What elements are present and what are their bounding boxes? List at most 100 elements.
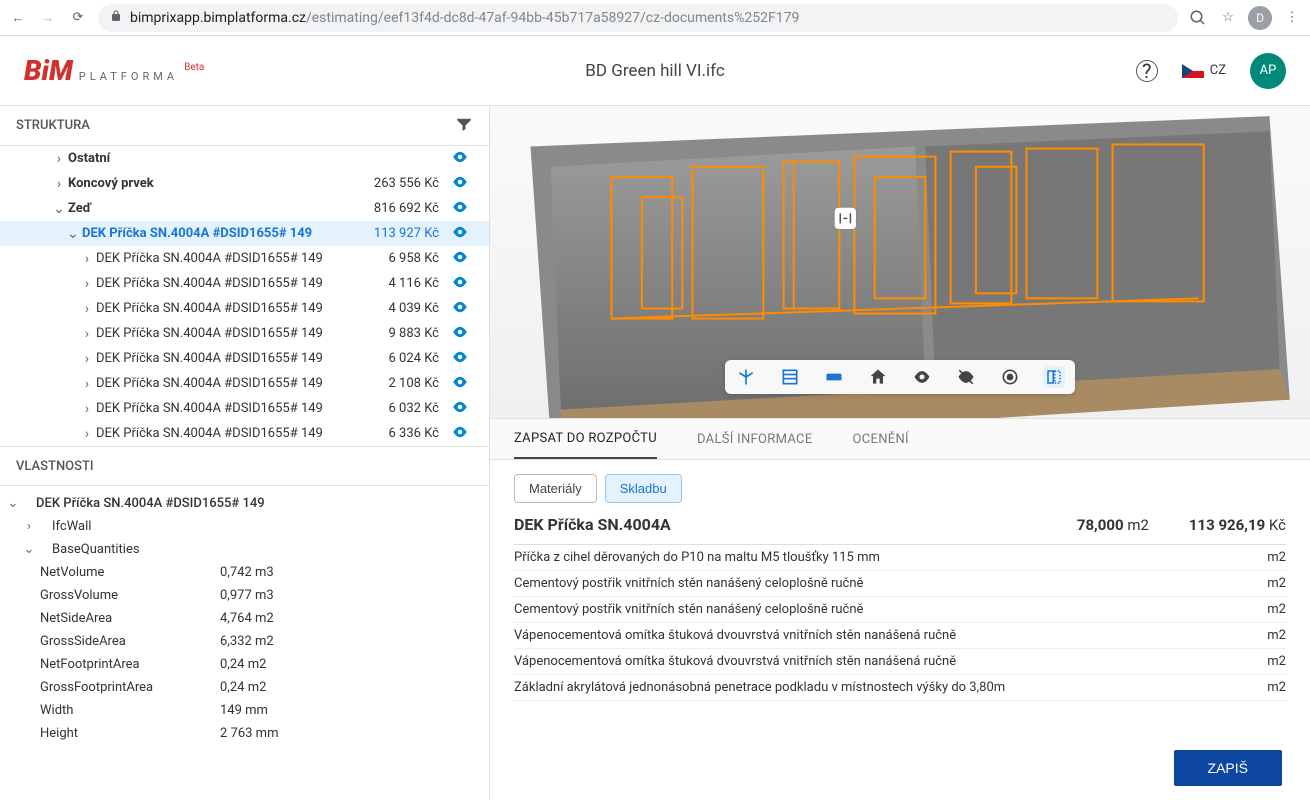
forward-icon[interactable]: → — [38, 8, 58, 28]
tree-row[interactable]: ›DEK Příčka SN.4004A #DSID1655# 1496 032… — [0, 396, 489, 421]
prop-group-ifc[interactable]: › IfcWall — [0, 515, 489, 538]
viewer-toolbar — [725, 360, 1075, 394]
visibility-icon[interactable] — [449, 248, 471, 270]
eye-off-icon[interactable] — [955, 366, 977, 388]
back-icon[interactable]: ← — [8, 8, 28, 28]
item-desc: Cementový postřik vnitřních stěn nanášen… — [514, 602, 1246, 617]
detail-title: DEK Příčka SN.4004A — [514, 515, 1077, 534]
axis-icon[interactable] — [735, 366, 757, 388]
tree-price: 263 556 Kč — [349, 176, 439, 191]
item-row[interactable]: Cementový postřik vnitřních stěn nanášen… — [514, 597, 1286, 623]
zoom-icon[interactable] — [1188, 8, 1208, 28]
save-button[interactable]: ZAPIŠ — [1174, 750, 1282, 786]
chevron-icon: › — [78, 251, 96, 267]
tree-row[interactable]: ›DEK Příčka SN.4004A #DSID1655# 1494 039… — [0, 296, 489, 321]
prop-label: Width — [40, 703, 220, 718]
tree-label: Zeď — [68, 201, 349, 216]
prop-value: 0,24 m2 — [220, 680, 266, 695]
tree-row[interactable]: ⌄DEK Příčka SN.4004A #DSID1655# 149113 9… — [0, 221, 489, 246]
section-icon[interactable] — [1043, 366, 1065, 388]
flag-icon — [1182, 64, 1204, 78]
url-bar[interactable]: bimprixapp.bimplatforma.cz/estimating/ee… — [98, 4, 1178, 32]
tree-label: Ostatní — [68, 151, 349, 166]
browser-avatar[interactable]: D — [1248, 6, 1272, 30]
visibility-icon[interactable] — [449, 148, 471, 170]
item-row[interactable]: Vápenocementová omítka štuková dvouvrstv… — [514, 649, 1286, 675]
tree-row[interactable]: ›DEK Příčka SN.4004A #DSID1655# 1494 116… — [0, 271, 489, 296]
item-row[interactable]: Základní akrylátová jednonásobná penetra… — [514, 675, 1286, 701]
list-icon[interactable] — [779, 366, 801, 388]
prop-group-baseq[interactable]: ⌄ BaseQuantities — [0, 538, 489, 561]
tree-label: DEK Příčka SN.4004A #DSID1655# 149 — [96, 376, 349, 391]
visibility-icon[interactable] — [449, 323, 471, 345]
user-avatar[interactable]: AP — [1250, 53, 1286, 89]
measure-icon[interactable] — [823, 366, 845, 388]
item-unit: m2 — [1246, 654, 1286, 669]
item-row[interactable]: Příčka z cihel děrovaných do P10 na malt… — [514, 545, 1286, 571]
tree-label: DEK Příčka SN.4004A #DSID1655# 149 — [96, 276, 349, 291]
prop-value: 2 763 mm — [220, 726, 278, 741]
materials-button[interactable]: Materiály — [514, 474, 597, 503]
tree-price: 6 336 Kč — [349, 426, 439, 441]
visibility-icon[interactable] — [449, 373, 471, 395]
tab-budget[interactable]: ZAPSAT DO ROZPOČTU — [514, 419, 657, 459]
menu-icon[interactable]: ⋮ — [1282, 8, 1302, 28]
property-row: GrossSideArea6,332 m2 — [0, 630, 489, 653]
visibility-icon[interactable] — [449, 398, 471, 420]
tree-label: DEK Příčka SN.4004A #DSID1655# 149 — [96, 426, 349, 441]
visibility-icon[interactable] — [449, 198, 471, 220]
logo-text: PLATFORMA — [79, 70, 178, 83]
tree-row[interactable]: ›DEK Příčka SN.4004A #DSID1655# 1496 958… — [0, 246, 489, 271]
tree-label: DEK Příčka SN.4004A #DSID1655# 149 — [96, 251, 349, 266]
chevron-right-icon: › — [16, 519, 42, 534]
prop-group-main[interactable]: ⌄ DEK Příčka SN.4004A #DSID1655# 149 — [0, 492, 489, 515]
visibility-icon[interactable] — [449, 223, 471, 245]
visibility-icon[interactable] — [449, 273, 471, 295]
item-row[interactable]: Cementový postřik vnitřních stěn nanášen… — [514, 571, 1286, 597]
prop-label: GrossVolume — [40, 588, 220, 603]
visibility-icon[interactable] — [449, 348, 471, 370]
tree-price: 6 024 Kč — [349, 351, 439, 366]
tree-label: DEK Příčka SN.4004A #DSID1655# 149 — [82, 226, 349, 241]
prop-label: NetFootprintArea — [40, 657, 220, 672]
app-header: BiM PLATFORMA Beta BD Green hill VI.ifc … — [0, 36, 1310, 106]
visibility-icon[interactable] — [449, 423, 471, 445]
item-desc: Vápenocementová omítka štuková dvouvrstv… — [514, 654, 1246, 669]
item-unit: m2 — [1246, 576, 1286, 591]
url-text: bimprixapp.bimplatforma.cz/estimating/ee… — [130, 10, 799, 26]
item-row[interactable]: Vápenocementová omítka štuková dvouvrstv… — [514, 623, 1286, 649]
structure-tree[interactable]: ›Ostatní›Koncový prvek263 556 Kč⌄Zeď816 … — [0, 146, 489, 446]
tree-row[interactable]: ›DEK Příčka SN.4004A #DSID1655# 1499 883… — [0, 321, 489, 346]
chevron-icon: › — [78, 326, 96, 342]
logo[interactable]: BiM PLATFORMA Beta — [24, 54, 204, 87]
tree-row[interactable]: ⌄Zeď816 692 Kč — [0, 196, 489, 221]
help-icon[interactable]: ? — [1136, 60, 1158, 82]
home-icon[interactable] — [867, 366, 889, 388]
tree-row[interactable]: ›DEK Příčka SN.4004A #DSID1655# 1492 108… — [0, 371, 489, 396]
tab-info[interactable]: DALŠÍ INFORMACE — [697, 419, 813, 459]
tree-row[interactable]: ›DEK Příčka SN.4004A #DSID1655# 1496 024… — [0, 346, 489, 371]
3d-viewer[interactable] — [490, 106, 1310, 418]
chevron-icon: › — [50, 176, 68, 192]
composition-button[interactable]: Skladbu — [605, 474, 682, 503]
tab-pricing[interactable]: OCENĚNÍ — [853, 419, 909, 459]
tree-row[interactable]: ›DEK Příčka SN.4004A #DSID1655# 1496 336… — [0, 421, 489, 446]
chevron-icon: ⌄ — [64, 226, 82, 242]
target-icon[interactable] — [999, 366, 1021, 388]
prop-value: 0,977 m3 — [220, 588, 274, 603]
prop-label: Height — [40, 726, 220, 741]
tree-price: 113 927 Kč — [349, 226, 439, 241]
tree-row[interactable]: ›Ostatní — [0, 146, 489, 171]
visibility-icon[interactable] — [449, 298, 471, 320]
visibility-icon[interactable] — [449, 173, 471, 195]
structure-header: STRUKTURA — [0, 106, 489, 146]
property-row: Height2 763 mm — [0, 722, 489, 745]
chevron-icon: › — [50, 151, 68, 167]
tree-row[interactable]: ›Koncový prvek263 556 Kč — [0, 171, 489, 196]
filter-icon[interactable] — [455, 115, 473, 137]
eye-icon[interactable] — [911, 366, 933, 388]
prop-value: 4,764 m2 — [220, 611, 274, 626]
language-select[interactable]: CZ — [1182, 63, 1226, 78]
star-icon[interactable]: ☆ — [1218, 8, 1238, 28]
reload-icon[interactable]: ⟳ — [68, 8, 88, 28]
